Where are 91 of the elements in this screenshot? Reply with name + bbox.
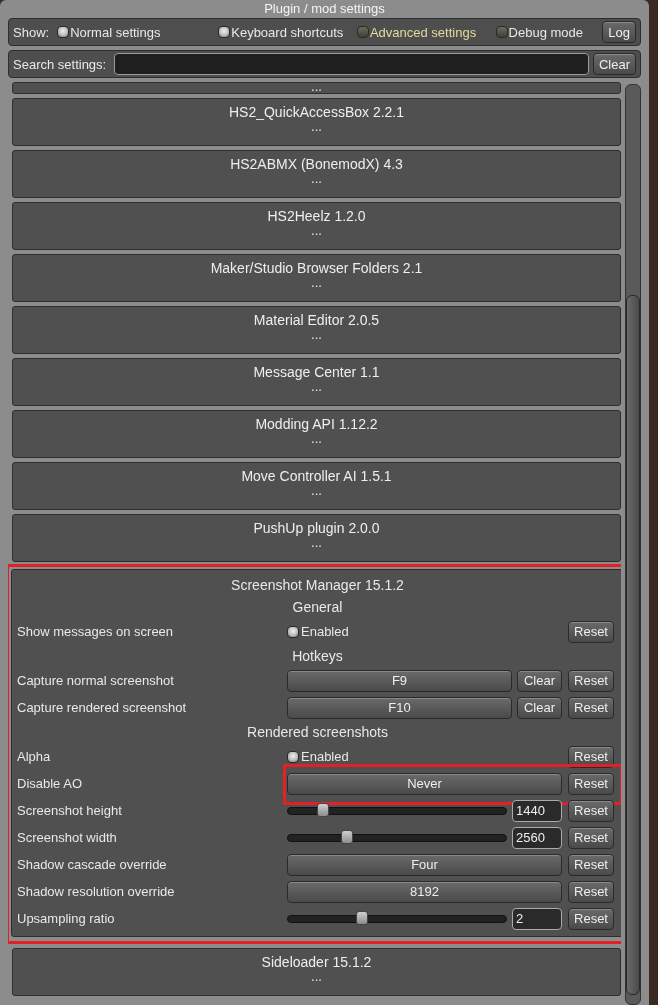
setting-label: Shadow cascade override: [17, 857, 168, 872]
search-label: Search settings:: [13, 56, 107, 72]
plugin-name: Screenshot Manager 15.1.2: [230, 576, 405, 595]
toggle-checkbox[interactable]: [218, 26, 231, 38]
setting-label: Show messages on screen: [17, 624, 175, 639]
plugin-card[interactable]: Move Controller AI 1.5.1 ...: [12, 462, 621, 510]
reset-button[interactable]: Reset: [568, 853, 614, 876]
choice-button[interactable]: Four: [287, 853, 562, 876]
setting-label: Shadow resolution override: [17, 884, 176, 899]
section-heading: Rendered screenshots: [246, 723, 389, 742]
reset-button[interactable]: Reset: [568, 620, 614, 643]
setting-label: Screenshot width: [17, 830, 118, 845]
toggle-label[interactable]: Advanced settings: [369, 24, 477, 40]
setting-label: Upsampling ratio: [17, 911, 116, 926]
plugin-card[interactable]: HS2ABMX (BonemodX) 4.3 ...: [12, 150, 621, 198]
ellipsis: ...: [311, 329, 322, 341]
toggle-checkbox[interactable]: [495, 26, 508, 38]
plugin-name: HS2ABMX (BonemodX) 4.3: [230, 155, 403, 173]
plugin-card[interactable]: Modding API 1.12.2 ...: [12, 410, 621, 458]
plugin-name: Message Center 1.1: [253, 363, 380, 381]
reset-button[interactable]: Reset: [568, 669, 614, 692]
value-field[interactable]: 1440: [512, 799, 562, 822]
checkbox-label: Enabled: [301, 624, 349, 639]
reset-button[interactable]: Reset: [568, 907, 614, 930]
toggle-checkbox[interactable]: [57, 26, 70, 38]
plugin-name: HS2Heelz 1.2.0: [267, 207, 366, 225]
ellipsis: ...: [311, 537, 322, 549]
choice-button[interactable]: Never: [287, 772, 562, 795]
clear-button[interactable]: Clear: [517, 696, 562, 719]
ellipsis: ...: [311, 971, 322, 983]
reset-button[interactable]: Reset: [568, 826, 614, 849]
plugin-name: HS2_QuickAccessBox 2.2.1: [228, 103, 405, 121]
log-button[interactable]: Log: [602, 21, 636, 43]
checkbox[interactable]: [287, 750, 299, 763]
slider[interactable]: [287, 914, 507, 923]
slider[interactable]: [287, 833, 507, 842]
toggle-checkbox[interactable]: [356, 26, 369, 38]
reset-button[interactable]: Reset: [568, 696, 614, 719]
plugin-card[interactable]: HS2Heelz 1.2.0 ...: [12, 202, 621, 250]
ellipsis: ...: [311, 82, 322, 93]
toggle-label[interactable]: Normal settings: [70, 24, 161, 40]
section-heading: Hotkeys: [291, 647, 344, 666]
plugin-card[interactable]: Material Editor 2.0.5 ...: [12, 306, 621, 354]
ellipsis: ...: [311, 485, 322, 497]
value-field[interactable]: 2: [512, 907, 562, 930]
slider[interactable]: [287, 806, 507, 815]
ellipsis: ...: [311, 277, 322, 289]
hotkey-button[interactable]: F9: [287, 669, 512, 692]
search-field[interactable]: [114, 53, 589, 75]
reset-button[interactable]: Reset: [568, 772, 614, 795]
setting-label: Alpha: [17, 749, 52, 764]
clear-button[interactable]: Clear: [592, 53, 636, 75]
toggle-label[interactable]: Keyboard shortcuts: [231, 24, 344, 40]
setting-label: Disable AO: [17, 776, 84, 791]
setting-label: Screenshot height: [17, 803, 123, 818]
plugin-name: Modding API 1.12.2: [255, 415, 378, 433]
plugin-card[interactable]: Message Center 1.1 ...: [12, 358, 621, 406]
choice-button[interactable]: 8192: [287, 880, 562, 903]
hotkey-button[interactable]: F10: [287, 696, 512, 719]
reset-button[interactable]: Reset: [568, 745, 614, 768]
plugin-name: Maker/Studio Browser Folders 2.1: [210, 259, 423, 277]
scrollbar-thumb[interactable]: [626, 295, 640, 995]
show-label: Show:: [13, 24, 50, 40]
value-field[interactable]: 2560: [512, 826, 562, 849]
section-heading: General: [291, 598, 344, 617]
plugin-name: PushUp plugin 2.0.0: [253, 519, 380, 537]
plugin-card[interactable]: ...: [12, 82, 621, 94]
setting-label: Capture normal screenshot: [17, 673, 175, 688]
ellipsis: ...: [311, 433, 322, 445]
plugin-card[interactable]: HS2_QuickAccessBox 2.2.1 ...: [12, 98, 621, 146]
slider-thumb[interactable]: [356, 910, 369, 925]
plugin-card[interactable]: Maker/Studio Browser Folders 2.1 ...: [12, 254, 621, 302]
ellipsis: ...: [311, 173, 322, 185]
ellipsis: ...: [311, 381, 322, 393]
checkbox[interactable]: [287, 625, 299, 638]
plugin-card[interactable]: PushUp plugin 2.0.0 ...: [12, 514, 621, 562]
plugin-name: Sideloader 15.1.2: [261, 953, 372, 971]
slider-thumb[interactable]: [340, 829, 353, 844]
window-title: Plugin / mod settings: [263, 0, 386, 18]
reset-button[interactable]: Reset: [568, 880, 614, 903]
ellipsis: ...: [311, 121, 322, 133]
plugin-name: Material Editor 2.0.5: [253, 311, 380, 329]
clear-button[interactable]: Clear: [517, 669, 562, 692]
checkbox-label: Enabled: [301, 749, 349, 764]
setting-label: Capture rendered screenshot: [17, 700, 188, 715]
plugin-card[interactable]: Sideloader 15.1.2 ...: [12, 948, 621, 996]
reset-button[interactable]: Reset: [568, 799, 614, 822]
ellipsis: ...: [311, 225, 322, 237]
plugin-name: Move Controller AI 1.5.1: [241, 467, 392, 485]
scrollbar[interactable]: [625, 84, 641, 1005]
toggle-label[interactable]: Debug mode: [508, 24, 583, 40]
